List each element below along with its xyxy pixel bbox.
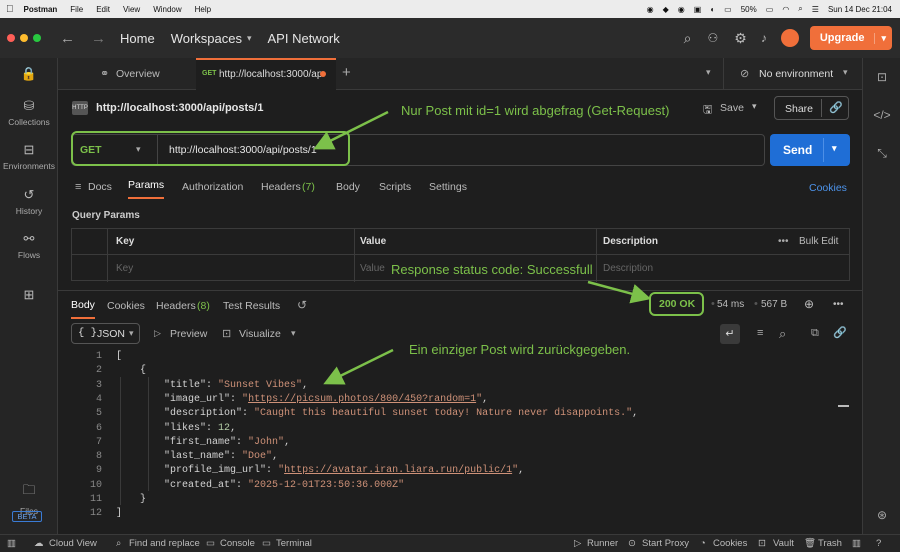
annotation-arrows <box>313 110 652 385</box>
vault-icon: ⊡ <box>758 538 766 549</box>
trash-button[interactable]: Trash <box>818 538 842 549</box>
status-bar: ▥ ☁ Cloud View ⌕ Find and replace ▭ Cons… <box>0 534 900 552</box>
cookies-icon: ◔ <box>700 538 706 549</box>
help-icon[interactable]: ? <box>876 538 881 549</box>
runner-icon: ▷ <box>574 538 582 549</box>
terminal-button[interactable]: Terminal <box>276 538 312 549</box>
search-icon: ⌕ <box>116 538 122 549</box>
sidebar-toggle-icon[interactable]: ▥ <box>7 538 16 549</box>
console-button[interactable]: Console <box>220 538 255 549</box>
annotation-arrow <box>313 110 389 150</box>
cloud-icon: ☁ <box>34 538 44 549</box>
cookies-button[interactable]: Cookies <box>713 538 747 549</box>
runner-button[interactable]: Runner <box>587 538 618 549</box>
vault-button[interactable]: Vault <box>773 538 794 549</box>
annotation-arrow <box>323 348 394 385</box>
terminal-icon: ▭ <box>262 538 271 549</box>
layout-icon[interactable]: ▥ <box>852 538 861 549</box>
cloud-view-button[interactable]: Cloud View <box>49 538 97 549</box>
console-icon: ▭ <box>206 538 215 549</box>
trash-icon: 🗑 <box>804 538 817 549</box>
annotation-arrow <box>587 280 652 304</box>
find-replace-button[interactable]: Find and replace <box>129 538 200 549</box>
proxy-icon: ⊙ <box>628 538 636 549</box>
start-proxy-button[interactable]: Start Proxy <box>642 538 689 549</box>
